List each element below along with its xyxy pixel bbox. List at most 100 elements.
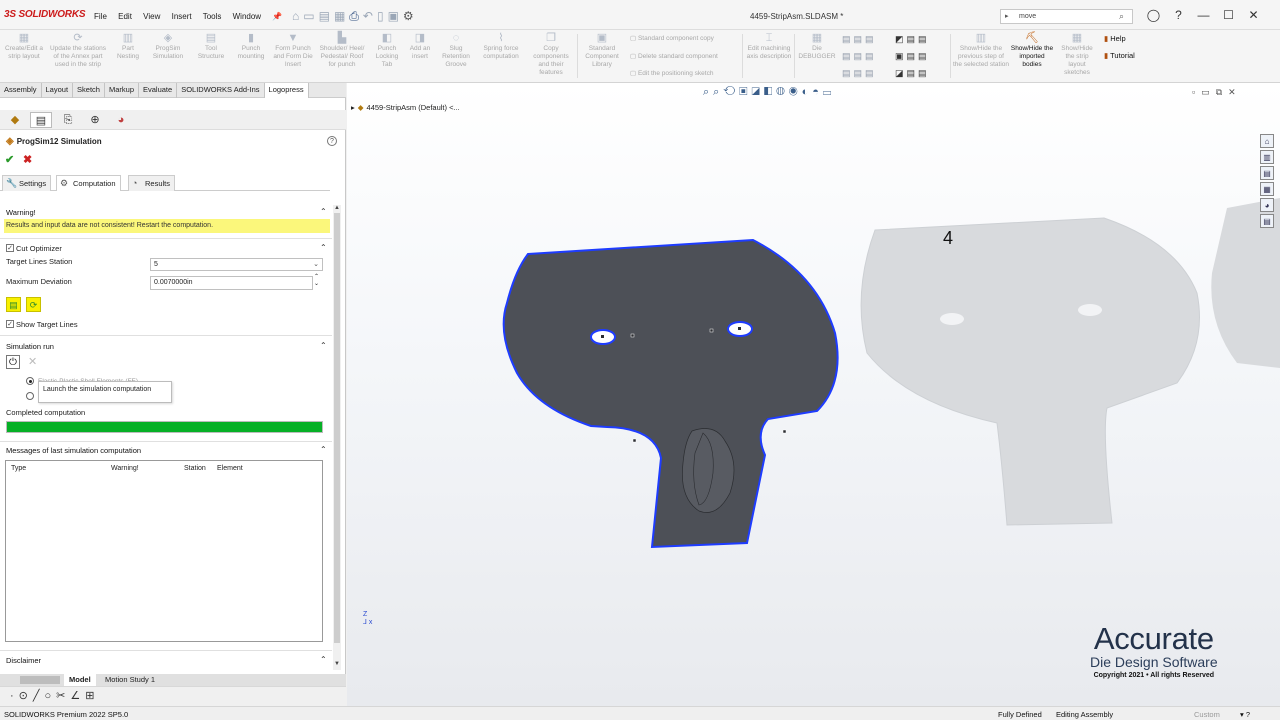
scroll-thumb[interactable]: [334, 213, 340, 643]
standard-copy-item[interactable]: ▢ Standard component copy: [630, 34, 714, 42]
target-lines-button-1[interactable]: ▤: [6, 297, 21, 312]
update-stations-button[interactable]: ⟳ Update the stations of the Annex part u…: [48, 32, 108, 69]
tutorial-button[interactable]: ▮ Tutorial: [1104, 51, 1135, 60]
show-hide-previous-button[interactable]: ▥ Show/Hide the previous step of the sele…: [953, 32, 1009, 69]
home-icon[interactable]: ⌂: [292, 9, 303, 23]
dynamic-annotation-icon[interactable]: ◪: [752, 86, 764, 98]
search-input[interactable]: ▸ move ⌕: [1000, 9, 1133, 24]
scroll-down-icon[interactable]: ▼: [333, 661, 341, 667]
alt-method-radio[interactable]: [26, 392, 34, 400]
edit-positioning-item[interactable]: ▢ Edit the positioning sketch: [630, 69, 713, 77]
tab-logopress[interactable]: Logopress: [264, 83, 309, 98]
target-lines-station-select[interactable]: 5 ⌄: [150, 258, 323, 271]
hide-show-icon[interactable]: ◉: [789, 86, 802, 98]
edit-machining-button[interactable]: ⌶ Edit machining axis description: [746, 32, 792, 61]
deviation-spinner[interactable]: ⌃ ⌄: [314, 274, 319, 288]
punch-locking-button[interactable]: ◧ Punch Locking Tab: [370, 32, 404, 69]
user-icon[interactable]: ◯: [1141, 8, 1166, 22]
view-orientation-icon[interactable]: ◧: [764, 86, 776, 98]
new-file-icon[interactable]: ▭: [303, 9, 318, 23]
appearance-edit-icon[interactable]: ◐: [802, 86, 813, 98]
menu-view[interactable]: View: [143, 12, 160, 21]
search-icon[interactable]: ⌕: [1119, 11, 1124, 22]
angle-icon[interactable]: ∠: [70, 690, 85, 702]
circle-icon[interactable]: ○: [45, 690, 57, 702]
tab-sketch[interactable]: Sketch: [73, 83, 105, 98]
maximize-icon[interactable]: ☐: [1216, 8, 1241, 22]
messages-table[interactable]: Type Warning! Station Element: [5, 460, 323, 642]
tab-scroll-arrows[interactable]: [20, 676, 60, 684]
unit-system[interactable]: Custom: [1194, 710, 1220, 719]
copy-components-button[interactable]: ❐ Copy components and their features: [528, 32, 574, 77]
collapse-cut-optimizer-icon[interactable]: ⌃: [320, 243, 327, 252]
tab-results[interactable]: ◔ Results: [128, 175, 176, 191]
viewport-restore-icon[interactable]: ▫: [1192, 87, 1201, 97]
help-button[interactable]: ▮ Help: [1104, 34, 1126, 43]
ribbon-icon-grid-1[interactable]: ▤▤▤ ▤▤▤ ▤▤▤: [842, 31, 877, 82]
tab-layout[interactable]: Layout: [42, 83, 74, 98]
feature-tree-icon[interactable]: ◆: [4, 112, 26, 128]
tab-computation[interactable]: ⚙ Computation: [56, 175, 121, 191]
line-tool-icon[interactable]: ╱: [33, 690, 45, 702]
slug-retention-button[interactable]: ◌ Slug Retention Groove: [436, 32, 476, 69]
add-insert-button[interactable]: ◨ Add an insert: [404, 32, 436, 61]
tool-structure-button[interactable]: ▤ Tool Structure: [192, 32, 230, 61]
viewport-tile-icon[interactable]: ⧉: [1216, 87, 1228, 97]
appearances-pane-icon[interactable]: ◕: [1260, 198, 1274, 212]
collapse-messages-icon[interactable]: ⌃: [320, 445, 327, 454]
point-icon[interactable]: ·: [10, 690, 19, 702]
graphics-viewport[interactable]: 4 ▸ ◆ 4459-StripAsm (Default) <... ⌕⌕⟲▣◪◧◍…: [347, 83, 1280, 706]
collapse-disclaimer-icon[interactable]: ⌃: [320, 655, 327, 664]
tab-model[interactable]: Model: [64, 674, 96, 686]
minimize-icon[interactable]: —: [1191, 8, 1216, 22]
launch-simulation-button[interactable]: ⏻: [6, 355, 20, 369]
panel-scrollbar[interactable]: ▲ ▼: [333, 205, 341, 670]
column-type[interactable]: Type: [11, 465, 26, 472]
viewport-minimize-icon[interactable]: ▭: [1201, 87, 1216, 97]
menu-window[interactable]: Window: [233, 12, 261, 21]
shell-elements-radio[interactable]: [26, 377, 34, 385]
tab-solidworks-addins[interactable]: SOLIDWORKS Add-Ins: [177, 83, 265, 98]
ok-button[interactable]: ✔: [5, 153, 14, 166]
scene-icon[interactable]: ◓: [812, 86, 823, 98]
custom-properties-pane-icon[interactable]: ▤: [1260, 214, 1274, 228]
view-settings-icon[interactable]: ▭: [823, 86, 835, 98]
column-element[interactable]: Element: [217, 465, 243, 472]
progsim-button[interactable]: ◈ ProgSim Simulation: [148, 32, 188, 61]
display-style-icon[interactable]: ◍: [776, 86, 789, 98]
previous-view-icon[interactable]: ⟲: [723, 86, 739, 98]
show-hide-imported-button[interactable]: ⛏ Show/Hide the imported bodies: [1010, 32, 1054, 69]
menu-edit[interactable]: Edit: [118, 12, 132, 21]
tab-motion-study[interactable]: Motion Study 1: [100, 674, 160, 686]
print-icon[interactable]: ⎙: [349, 9, 363, 23]
column-warning[interactable]: Warning!: [111, 465, 139, 472]
standard-library-button[interactable]: ▣ Standard Component Library: [580, 32, 624, 69]
form-punch-button[interactable]: ▼ Form Punch and Form Die Insert: [272, 32, 314, 69]
model-view[interactable]: [347, 83, 1280, 706]
appearance-icon[interactable]: ◕: [110, 112, 132, 128]
open-file-icon[interactable]: ▤: [319, 9, 334, 23]
collapse-warning-icon[interactable]: ⌃: [320, 207, 327, 216]
tab-evaluate[interactable]: Evaluate: [139, 83, 178, 98]
configuration-icon[interactable]: ⎘: [57, 112, 79, 128]
feature-tree-root[interactable]: ▸ ◆ 4459-StripAsm (Default) <...: [351, 103, 460, 112]
zoom-area-icon[interactable]: ⌕: [713, 86, 723, 98]
cancel-button[interactable]: ✖: [23, 153, 32, 166]
section-view-icon[interactable]: ▣: [739, 86, 751, 98]
home-pane-icon[interactable]: ⌂: [1260, 134, 1274, 148]
column-station[interactable]: Station: [184, 465, 206, 472]
grid-icon[interactable]: ⊞: [85, 690, 99, 702]
resources-pane-icon[interactable]: ▥: [1260, 150, 1274, 164]
select-icon[interactable]: ▯: [377, 9, 388, 23]
ribbon-icon-grid-2[interactable]: ◩▤▤ ▣▤▤ ◪▤▤: [895, 31, 930, 82]
menu-file[interactable]: File: [94, 12, 107, 21]
zoom-fit-icon[interactable]: ⌕: [703, 86, 713, 98]
pin-icon[interactable]: 📌: [272, 12, 282, 21]
collapse-simulation-icon[interactable]: ⌃: [320, 341, 327, 350]
stop-simulation-button[interactable]: ✕: [28, 355, 37, 368]
cut-optimizer-checkbox[interactable]: ✓: [6, 244, 14, 252]
file-explorer-pane-icon[interactable]: ▤: [1260, 166, 1274, 180]
menu-insert[interactable]: Insert: [172, 12, 192, 21]
save-icon[interactable]: ▦: [334, 9, 349, 23]
undo-icon[interactable]: ↶: [363, 9, 377, 23]
